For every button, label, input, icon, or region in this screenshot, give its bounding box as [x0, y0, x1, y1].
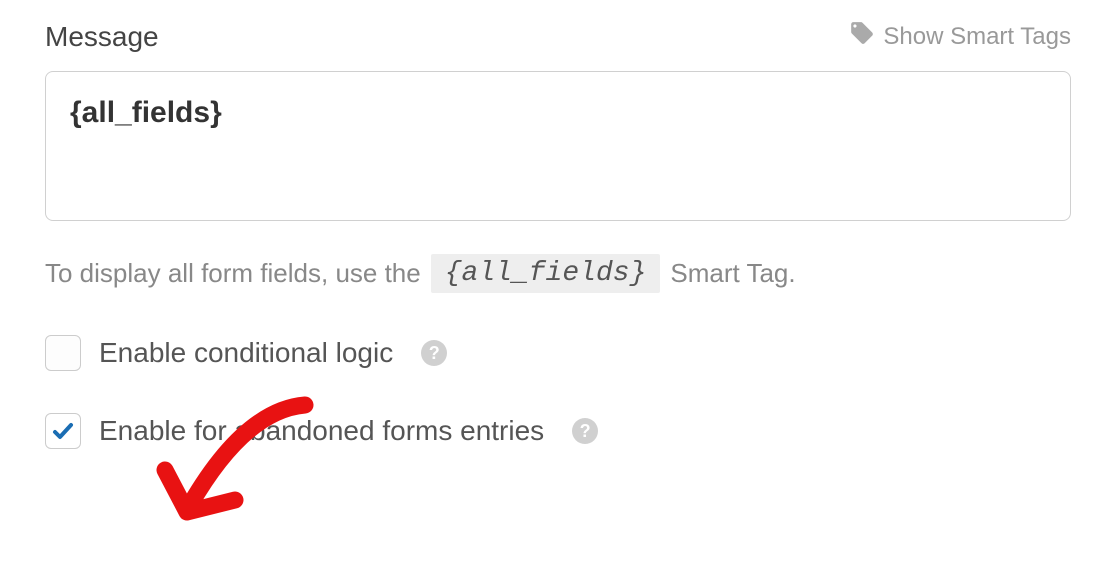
help-icon[interactable]: ? [421, 340, 447, 366]
abandoned-forms-checkbox[interactable] [45, 413, 81, 449]
help-icon[interactable]: ? [572, 418, 598, 444]
helper-prefix: To display all form fields, use the [45, 258, 421, 289]
abandoned-forms-label: Enable for abandoned forms entries [99, 415, 544, 447]
conditional-logic-label: Enable conditional logic [99, 337, 393, 369]
helper-suffix: Smart Tag. [670, 258, 795, 289]
show-smart-tags-label: Show Smart Tags [883, 23, 1071, 51]
conditional-logic-checkbox[interactable] [45, 335, 81, 371]
show-smart-tags-toggle[interactable]: Show Smart Tags [849, 20, 1071, 53]
smart-tag-code: {all_fields} [431, 254, 661, 293]
helper-text: To display all form fields, use the {all… [45, 254, 1071, 293]
tag-icon [849, 20, 875, 53]
message-section-label: Message [45, 21, 159, 53]
message-textarea[interactable] [45, 71, 1071, 221]
checkmark-icon [51, 419, 75, 443]
